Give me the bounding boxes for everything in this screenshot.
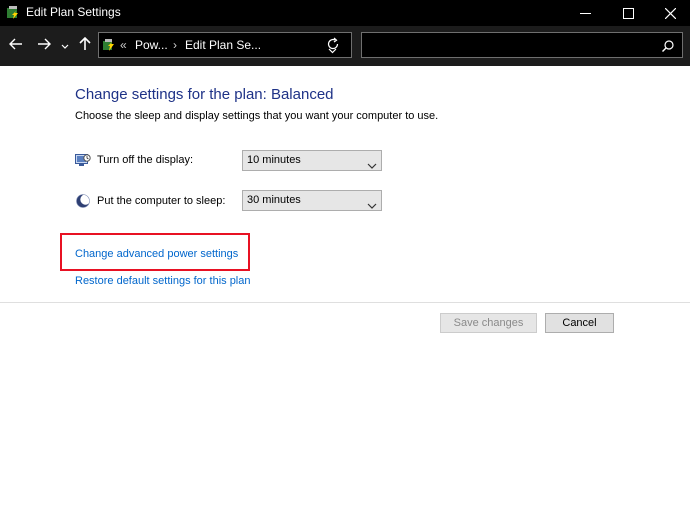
search-input[interactable] <box>366 36 650 56</box>
search-icon <box>662 39 674 57</box>
power-options-icon <box>5 5 21 21</box>
display-timeout-value: 10 minutes <box>247 154 301 166</box>
up-arrow-icon <box>79 36 91 56</box>
chevron-down-icon <box>367 197 377 215</box>
chevron-down-icon <box>367 157 377 175</box>
change-advanced-power-settings-link[interactable]: Change advanced power settings <box>75 248 238 260</box>
forward-arrow-icon <box>37 37 51 55</box>
breadcrumb-overflow[interactable]: « <box>120 38 127 52</box>
address-bar[interactable]: « Pow... › Edit Plan Se... <box>98 32 352 58</box>
minimize-icon <box>579 8 591 19</box>
page-subtitle: Choose the sleep and display settings th… <box>75 110 439 122</box>
page-title: Change settings for the plan: Balanced <box>75 86 334 103</box>
maximize-button[interactable] <box>608 0 648 26</box>
sleep-timeout-label: Put the computer to sleep: <box>97 195 226 207</box>
sleep-timeout-select[interactable]: 30 minutes <box>242 190 382 211</box>
minimize-button[interactable] <box>565 0 605 26</box>
title-bar: Edit Plan Settings <box>0 0 690 26</box>
save-changes-button[interactable]: Save changes <box>440 313 537 333</box>
breadcrumb-power-options[interactable]: Pow... <box>135 38 168 52</box>
refresh-button[interactable] <box>326 37 340 56</box>
sleep-moon-icon <box>75 193 91 209</box>
display-icon <box>75 152 91 168</box>
close-icon <box>664 7 676 19</box>
window-title: Edit Plan Settings <box>26 5 121 19</box>
power-options-icon <box>102 37 116 58</box>
breadcrumb-separator[interactable]: › <box>173 38 177 52</box>
cancel-button[interactable]: Cancel <box>545 313 614 333</box>
breadcrumb-edit-plan-settings[interactable]: Edit Plan Se... <box>185 38 261 52</box>
divider <box>0 302 690 303</box>
restore-default-settings-link[interactable]: Restore default settings for this plan <box>75 275 250 287</box>
maximize-icon <box>622 7 634 19</box>
refresh-icon <box>326 37 340 55</box>
back-arrow-icon <box>9 37 23 55</box>
display-timeout-select[interactable]: 10 minutes <box>242 150 382 171</box>
sleep-timeout-value: 30 minutes <box>247 194 301 206</box>
search-box[interactable] <box>361 32 683 58</box>
back-button[interactable] <box>8 38 24 54</box>
close-button[interactable] <box>650 0 690 26</box>
recent-locations-button[interactable] <box>59 38 71 54</box>
forward-button[interactable] <box>36 38 52 54</box>
up-button[interactable] <box>77 36 93 56</box>
chevron-down-icon <box>61 37 69 55</box>
display-timeout-label: Turn off the display: <box>97 154 193 166</box>
